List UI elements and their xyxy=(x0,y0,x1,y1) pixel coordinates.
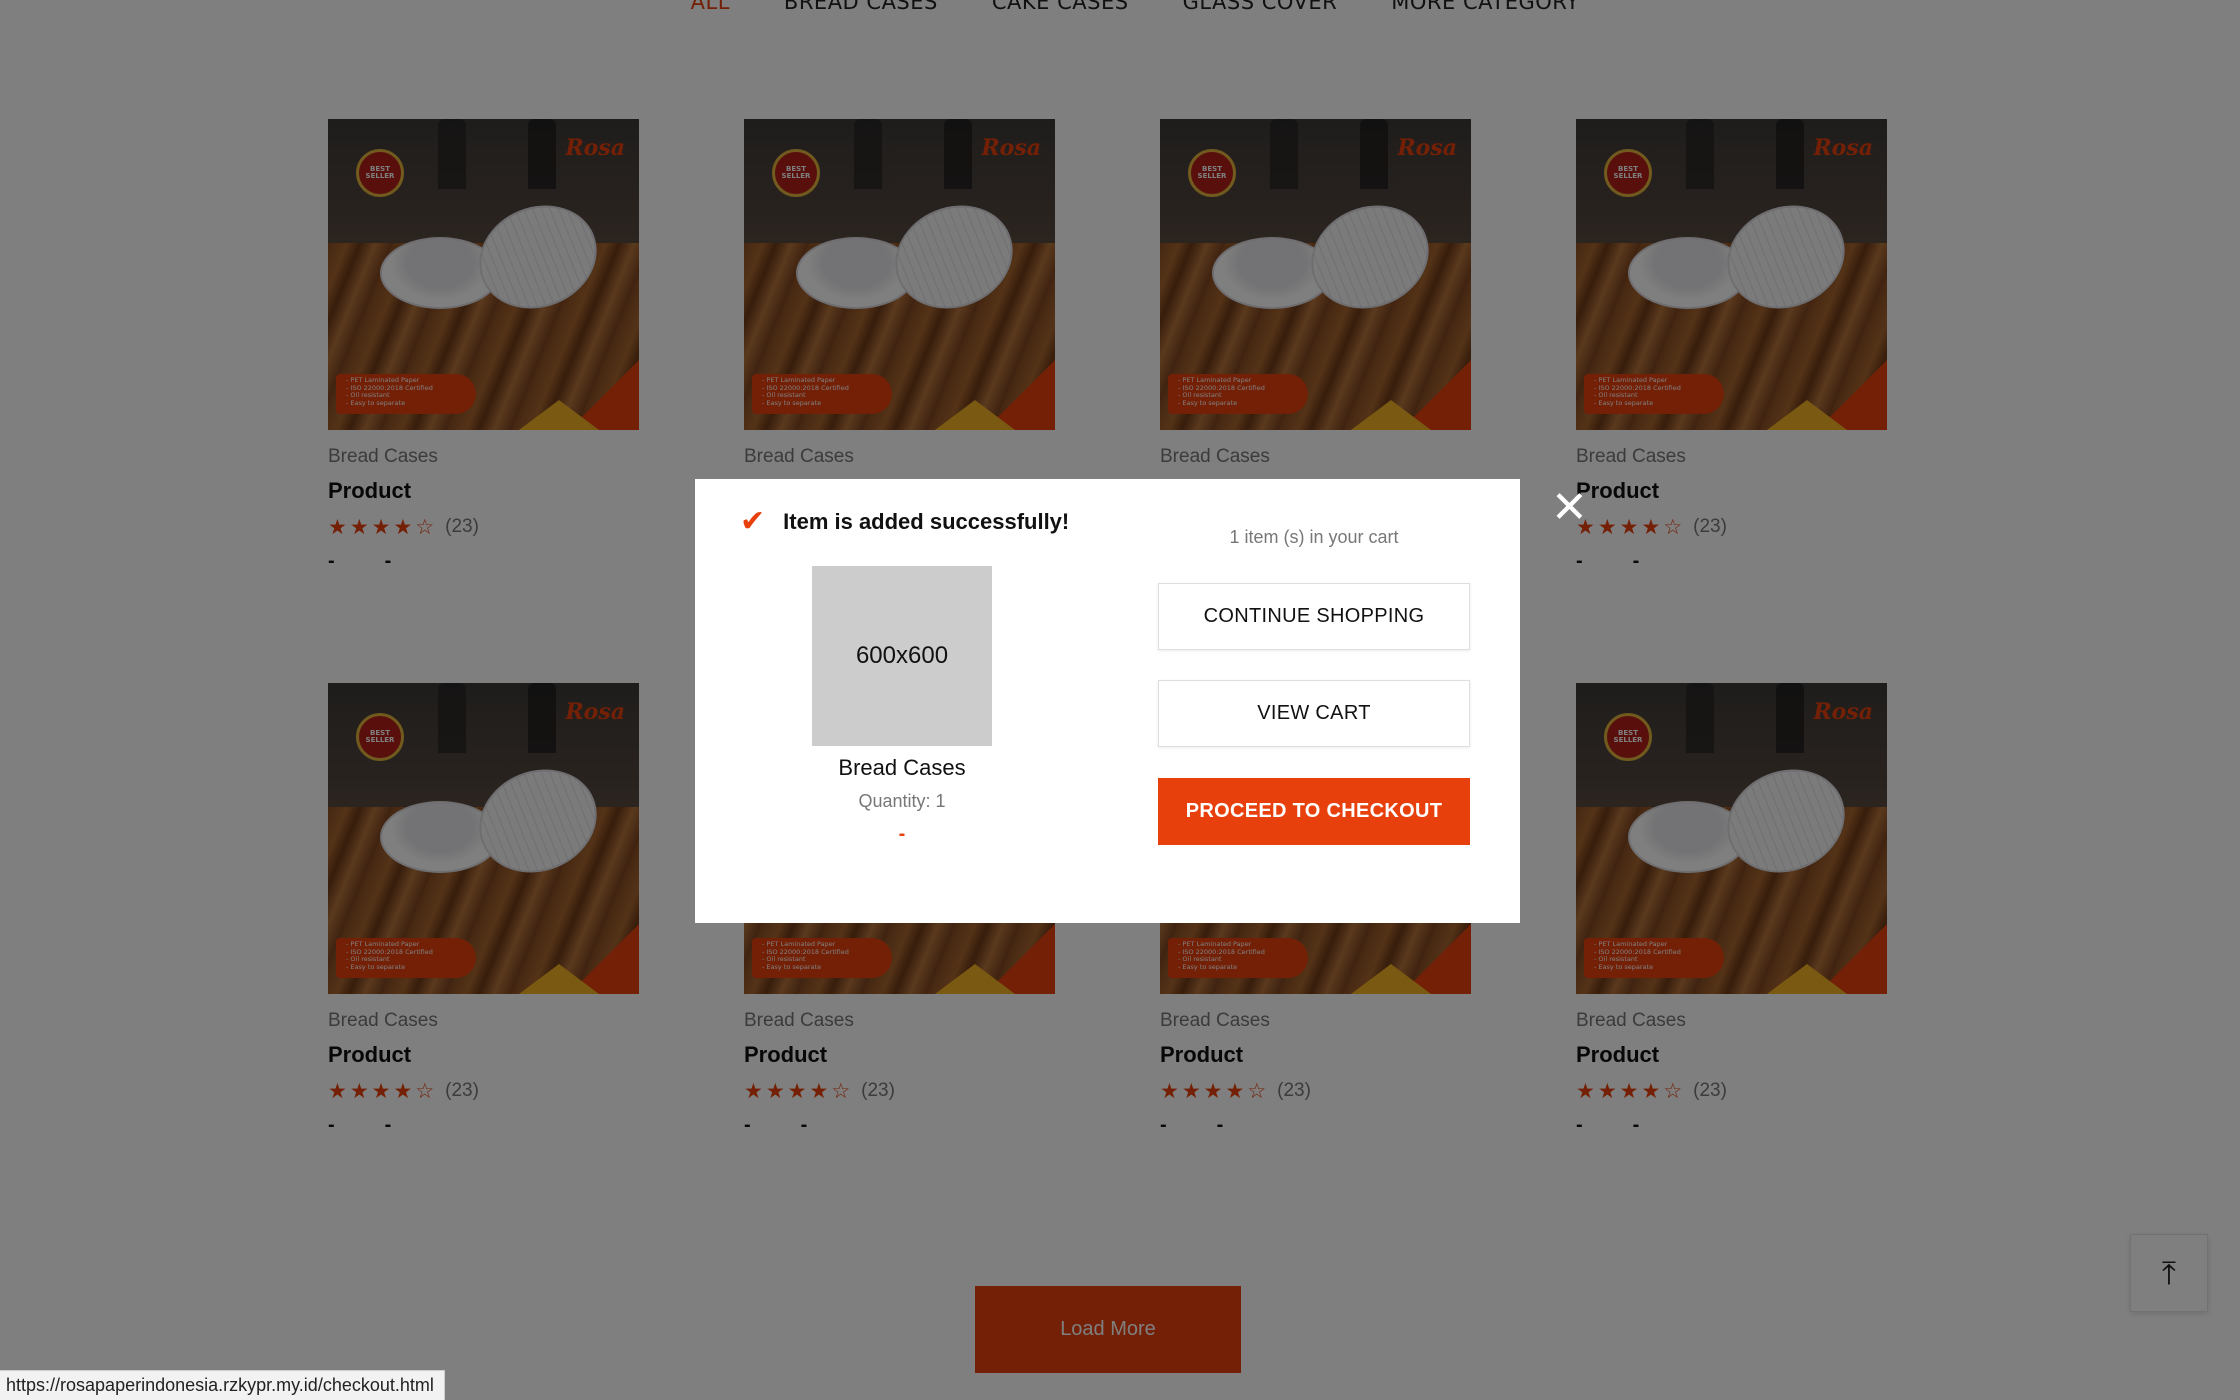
modal-product-price: - xyxy=(898,823,906,845)
add-to-cart-modal: ✔ Item is added successfully! 600x600 Br… xyxy=(695,479,1520,923)
product-image-placeholder: 600x600 xyxy=(812,566,992,746)
close-icon[interactable]: ✕ xyxy=(1551,486,1588,530)
view-cart-button[interactable]: VIEW CART xyxy=(1158,680,1470,747)
success-message: ✔ Item is added successfully! xyxy=(740,507,1069,537)
success-text: Item is added successfully! xyxy=(783,509,1070,534)
status-bar-url: https://rosapaperindonesia.rzkypr.my.id/… xyxy=(0,1370,445,1400)
modal-product-name: Bread Cases xyxy=(838,755,966,780)
continue-shopping-button[interactable]: CONTINUE SHOPPING xyxy=(1158,583,1470,650)
proceed-to-checkout-button[interactable]: PROCEED TO CHECKOUT xyxy=(1158,778,1470,845)
cart-count-text: 1 item (s) in your cart xyxy=(1229,527,1399,547)
modal-product-quantity: Quantity: 1 xyxy=(858,791,946,811)
checkmark-icon: ✔ xyxy=(740,504,766,539)
